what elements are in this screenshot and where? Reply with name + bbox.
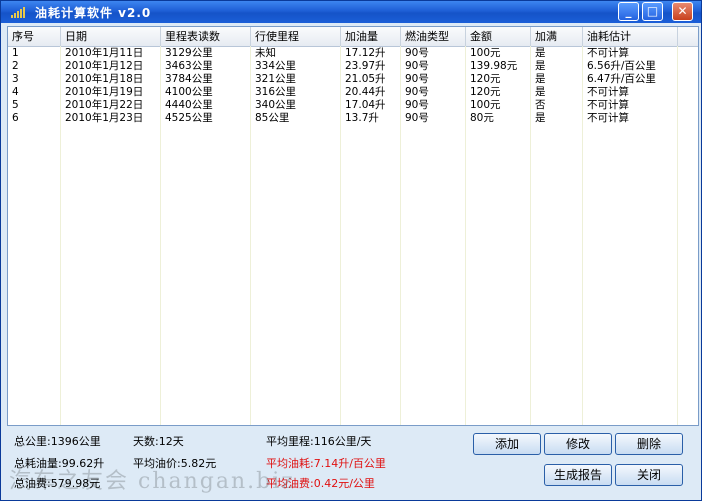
header-col-cost[interactable]: 金额 [466, 27, 531, 46]
cell-col-consumption: 不可计算 [587, 86, 629, 98]
table-header: 序号 日期 里程表读数 行使里程 加油量 燃油类型 金额 加满 油耗估计 [8, 27, 698, 47]
header-col-full-tank[interactable]: 加满 [531, 27, 583, 46]
cell-col-full-tank: 是 [535, 112, 546, 124]
close-button[interactable]: 关闭 [615, 464, 683, 486]
cell-col-index: 1 [12, 47, 19, 59]
cell-col-fuel-amount: 21.05升 [345, 73, 386, 85]
table-row[interactable]: 2 2010年1月12日 3463公里 334公里 23.97升 90号 139.98元 是 6… [8, 60, 698, 73]
cell-col-index: 2 [12, 60, 19, 72]
cell-col-date: 2010年1月18日 [65, 73, 144, 85]
cell-col-date: 2010年1月23日 [65, 112, 144, 124]
cell-col-odometer: 3129公里 [165, 47, 213, 59]
cell-col-fuel-type: 90号 [405, 112, 429, 124]
title-bar[interactable]: 油耗计算软件 v2.0 _ □ ✕ [1, 1, 701, 23]
close-window-button[interactable]: ✕ [672, 2, 693, 21]
cell-col-fuel-amount: 13.7升 [345, 112, 379, 124]
table-row[interactable]: 5 2010年1月22日 4440公里 340公里 17.04升 90号 100元 否 不可计算 [8, 99, 698, 112]
cell-col-fuel-amount: 20.44升 [345, 86, 386, 98]
cell-col-distance: 316公里 [255, 86, 297, 98]
cell-col-date: 2010年1月12日 [65, 60, 144, 72]
header-col-fuel-type[interactable]: 燃油类型 [401, 27, 466, 46]
cell-col-full-tank: 否 [535, 99, 546, 111]
cell-col-consumption: 不可计算 [587, 47, 629, 59]
fuel-records-table[interactable]: 序号 日期 里程表读数 行使里程 加油量 燃油类型 金额 加满 油耗估计 1 2010年1月11日… [7, 26, 699, 426]
cell-col-odometer: 4100公里 [165, 86, 213, 98]
total-km-stat: 总公里:1396公里 [14, 435, 101, 448]
table-row[interactable]: 1 2010年1月11日 3129公里 未知 17.12升 90号 100元 是 不可计算 [8, 47, 698, 60]
cell-col-index: 4 [12, 86, 19, 98]
cell-col-cost: 80元 [470, 112, 494, 124]
avg-km-stat: 平均里程:116公里/天 [266, 435, 372, 448]
table-row[interactable]: 3 2010年1月18日 3784公里 321公里 21.05升 90号 120元 是 6.47… [8, 73, 698, 86]
table-row[interactable]: 4 2010年1月19日 4100公里 316公里 20.44升 90号 120元 是 不可计算 [8, 86, 698, 99]
cell-col-date: 2010年1月11日 [65, 47, 144, 59]
table-body: 1 2010年1月11日 3129公里 未知 17.12升 90号 100元是不可计算 2 20… [8, 46, 698, 425]
cell-col-fuel-type: 90号 [405, 99, 429, 111]
cell-col-cost: 100元 [470, 47, 501, 59]
header-col-distance[interactable]: 行使里程 [251, 27, 341, 46]
header-col-index[interactable]: 序号 [8, 27, 61, 46]
cell-col-odometer: 4525公里 [165, 112, 213, 124]
cell-col-fuel-amount: 17.04升 [345, 99, 386, 111]
generate-report-button[interactable]: 生成报告 [544, 464, 612, 486]
cell-col-index: 3 [12, 73, 19, 85]
maximize-button[interactable]: □ [642, 2, 663, 21]
table-row[interactable]: 6 2010年1月23日 4525公里 85公里 13.7升 90号 80元 是 不可计算 [8, 112, 698, 125]
header-col-consumption[interactable]: 油耗估计 [583, 27, 678, 46]
cell-col-distance: 334公里 [255, 60, 297, 72]
window-title: 油耗计算软件 v2.0 [35, 6, 152, 20]
cell-col-date: 2010年1月22日 [65, 99, 144, 111]
delete-button[interactable]: 删除 [615, 433, 683, 455]
cell-col-odometer: 3784公里 [165, 73, 213, 85]
cell-col-cost: 120元 [470, 73, 501, 85]
cell-col-distance: 未知 [255, 47, 276, 59]
add-button[interactable]: 添加 [473, 433, 541, 455]
cell-col-consumption: 6.47升/百公里 [587, 73, 656, 85]
cell-col-full-tank: 是 [535, 47, 546, 59]
cell-col-fuel-type: 90号 [405, 47, 429, 59]
cell-col-consumption: 6.56升/百公里 [587, 60, 656, 72]
cell-col-date: 2010年1月19日 [65, 86, 144, 98]
header-col-date[interactable]: 日期 [61, 27, 161, 46]
cell-col-consumption: 不可计算 [587, 99, 629, 111]
cell-col-cost: 120元 [470, 86, 501, 98]
cell-col-odometer: 4440公里 [165, 99, 213, 111]
header-col-fuel-amount[interactable]: 加油量 [341, 27, 401, 46]
cell-col-distance: 321公里 [255, 73, 297, 85]
cell-col-full-tank: 是 [535, 73, 546, 85]
cell-col-fuel-amount: 17.12升 [345, 47, 386, 59]
app-window: 油耗计算软件 v2.0 _ □ ✕ 序号 日期 里程表读数 行使里程 加油量 燃油类型 金额… [0, 0, 702, 501]
cell-col-fuel-amount: 23.97升 [345, 60, 386, 72]
cell-col-distance: 85公里 [255, 112, 290, 124]
cell-col-consumption: 不可计算 [587, 112, 629, 124]
cell-col-cost: 139.98元 [470, 60, 518, 72]
cell-col-fuel-type: 90号 [405, 60, 429, 72]
cell-col-distance: 340公里 [255, 99, 297, 111]
cell-col-odometer: 3463公里 [165, 60, 213, 72]
days-stat: 天数:12天 [133, 435, 184, 448]
edit-button[interactable]: 修改 [544, 433, 612, 455]
header-col-odometer[interactable]: 里程表读数 [161, 27, 251, 46]
cell-col-fuel-type: 90号 [405, 73, 429, 85]
cell-col-full-tank: 是 [535, 86, 546, 98]
signal-bars-icon [11, 6, 29, 18]
cell-col-fuel-type: 90号 [405, 86, 429, 98]
cell-col-index: 6 [12, 112, 19, 124]
watermark: 汽车之友会 changan.biz [9, 469, 295, 494]
cell-col-cost: 100元 [470, 99, 501, 111]
cell-col-index: 5 [12, 99, 19, 111]
minimize-button[interactable]: _ [618, 2, 639, 21]
cell-col-full-tank: 是 [535, 60, 546, 72]
